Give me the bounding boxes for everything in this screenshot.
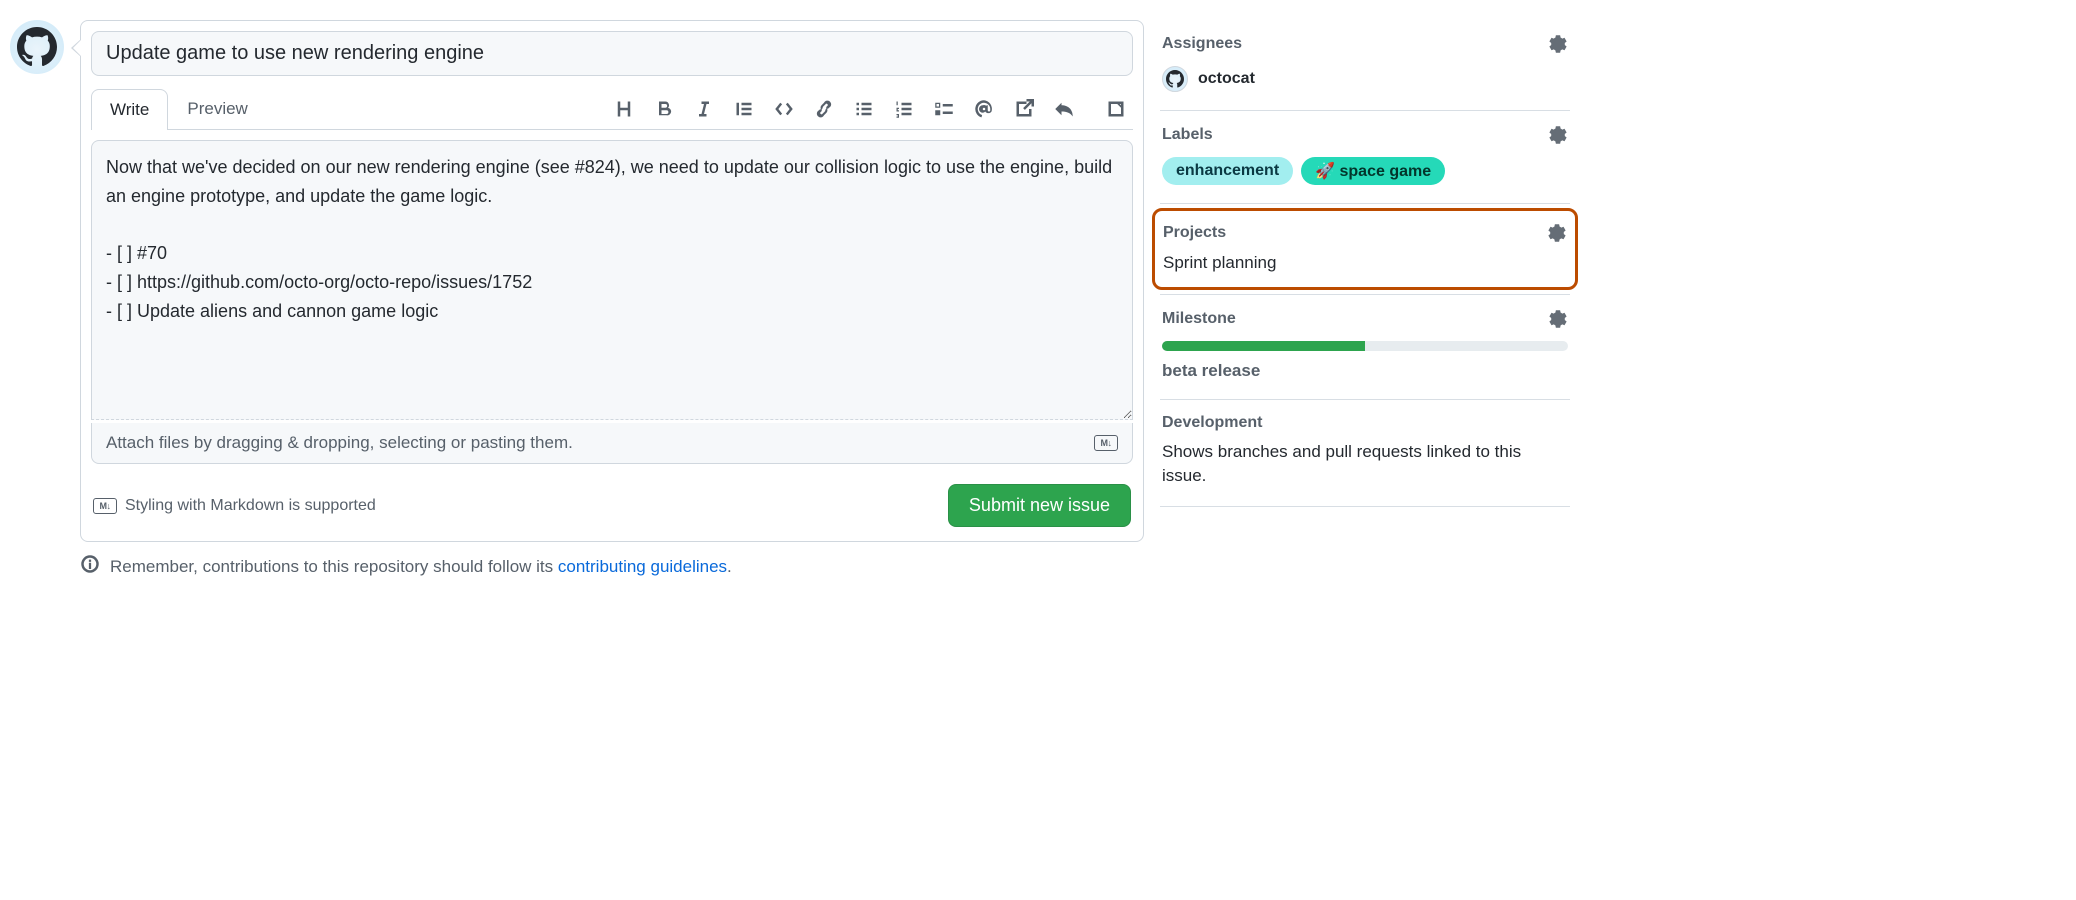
assignees-section: Assignees octocat [1160,20,1570,111]
tab-preview[interactable]: Preview [168,88,266,129]
markdown-toolbar [613,98,1133,120]
mention-icon[interactable] [973,98,995,120]
milestone-name[interactable]: beta release [1162,361,1568,381]
italic-icon[interactable] [693,98,715,120]
projects-section: Projects Sprint planning [1152,208,1578,290]
markdown-support-note: M↓ Styling with Markdown is supported [93,497,376,515]
issue-body-textarea[interactable] [91,140,1133,420]
assignee-item[interactable]: octocat [1162,66,1568,92]
link-icon[interactable] [813,98,835,120]
attach-hint-text: Attach files by dragging & dropping, sel… [106,433,573,453]
milestone-progress-bar [1162,341,1568,351]
labels-heading: Labels [1162,126,1213,144]
projects-heading: Projects [1163,224,1226,242]
reply-icon[interactable] [1053,98,1075,120]
gear-icon[interactable] [1548,125,1568,145]
issue-title-input[interactable] [91,31,1133,76]
heading-icon[interactable] [613,98,635,120]
markdown-icon: M↓ [93,498,117,514]
new-issue-form: Write Preview [80,20,1144,542]
cross-reference-icon[interactable] [1013,98,1035,120]
milestone-section: Milestone beta release [1160,294,1570,400]
author-avatar [10,20,64,74]
assignee-avatar [1162,66,1188,92]
markdown-icon: M↓ [1094,435,1118,451]
bold-icon[interactable] [653,98,675,120]
tab-write[interactable]: Write [91,89,168,130]
unordered-list-icon[interactable] [853,98,875,120]
fullscreen-icon[interactable] [1105,98,1127,120]
labels-section: Labels enhancement 🚀 space game [1160,111,1570,204]
gear-icon[interactable] [1548,34,1568,54]
contributing-guidelines-link[interactable]: contributing guidelines [558,557,727,576]
gear-icon[interactable] [1548,309,1568,329]
code-icon[interactable] [773,98,795,120]
attach-files-bar[interactable]: Attach files by dragging & dropping, sel… [91,423,1133,464]
ordered-list-icon[interactable] [893,98,915,120]
assignees-heading: Assignees [1162,35,1242,53]
development-text: Shows branches and pull requests linked … [1162,440,1568,488]
assignee-name: octocat [1198,70,1255,88]
gear-icon[interactable] [1547,223,1567,243]
development-section: Development Shows branches and pull requ… [1160,400,1570,507]
quote-icon[interactable] [733,98,755,120]
label-pill[interactable]: enhancement [1162,157,1293,185]
editor-tabbar: Write Preview [91,88,1133,130]
milestone-heading: Milestone [1162,310,1236,328]
label-pill[interactable]: 🚀 space game [1301,157,1445,185]
task-list-icon[interactable] [933,98,955,120]
project-item[interactable]: Sprint planning [1163,253,1567,273]
submit-issue-button[interactable]: Submit new issue [948,484,1131,527]
contributing-guidelines-note: Remember, contributions to this reposito… [80,554,1144,579]
info-icon [80,554,100,579]
development-heading: Development [1162,414,1262,432]
